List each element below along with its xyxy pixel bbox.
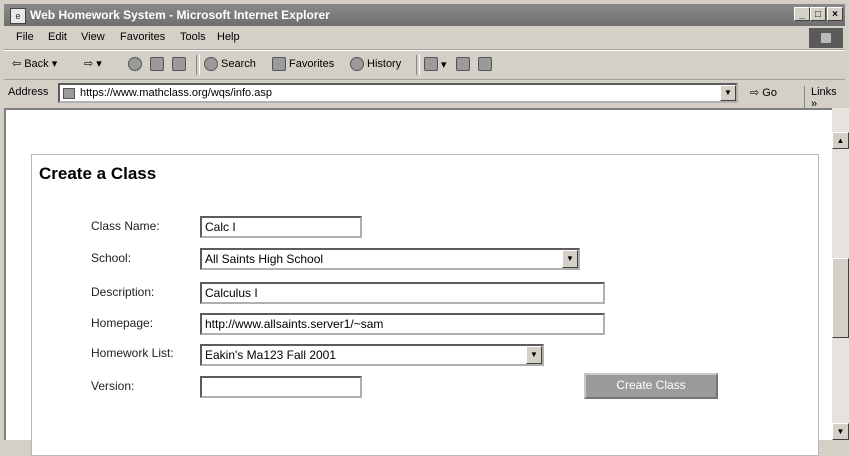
address-dropdown-icon[interactable]: ▼ [720,85,736,101]
school-select[interactable]: All Saints High School ▼ [200,248,580,270]
address-label: Address [8,86,49,98]
page-title: Create a Class [39,164,157,183]
menu-view[interactable]: View [81,31,105,43]
go-button[interactable]: ⇨ Go [750,86,777,99]
favorites-label: Favorites [289,58,335,70]
history-button[interactable]: History [350,57,401,71]
homepage-label: Homepage: [91,316,154,330]
homepage-input[interactable]: http://www.allsaints.server1/~sam [200,313,605,335]
toolbar-separator [416,55,420,75]
class-name-input[interactable]: Calc I [200,216,362,238]
menu-file[interactable]: File [16,31,34,43]
description-label: Description: [91,285,155,299]
scroll-up-arrow-icon[interactable]: ▲ [832,132,849,149]
title-bar: e Web Homework System - Microsoft Intern… [4,4,845,26]
mail-icon [424,57,438,71]
refresh-icon [150,57,164,71]
class-name-label: Class Name: [91,219,160,233]
toolbar-separator [196,55,200,75]
history-label: History [367,58,402,70]
homework-list-dropdown-icon[interactable]: ▼ [526,346,542,364]
vertical-scrollbar[interactable]: ▲ ▼ [832,108,849,440]
edit-button[interactable] [478,57,492,71]
search-label: Search [221,58,256,70]
stop-button[interactable] [128,57,142,71]
scroll-thumb[interactable] [832,258,849,338]
window-title: Web Homework System - Microsoft Internet… [30,8,330,22]
close-button[interactable]: × [827,7,843,21]
menu-help[interactable]: Help [217,31,240,43]
address-url: https://www.mathclass.org/wqs/info.asp [80,87,272,99]
menu-edit[interactable]: Edit [48,31,67,43]
back-arrow-icon: ⇦ [12,58,22,70]
minimize-button[interactable]: _ [794,7,810,21]
edit-icon [478,57,492,71]
forward-arrow-icon: ⇨ [84,58,94,70]
go-arrow-icon: ⇨ [750,87,760,99]
favorites-icon [272,57,286,71]
scroll-down-arrow-icon[interactable]: ▼ [832,423,849,440]
address-input[interactable]: https://www.mathclass.org/wqs/info.asp ▼ [58,83,738,103]
school-value: All Saints High School [205,252,324,266]
home-button[interactable] [172,57,186,71]
print-icon [456,57,470,71]
forward-dropdown-icon: ▾ [96,58,102,70]
back-dropdown-icon: ▾ [51,58,58,70]
back-button[interactable]: ⇦ Back ▾ [12,57,58,71]
windows-logo-icon [809,28,843,48]
print-button[interactable] [456,57,470,71]
stop-icon [128,57,142,71]
search-button[interactable]: Search [204,57,256,71]
homework-list-value: Eakin's Ma123 Fall 2001 [205,348,337,362]
create-class-button[interactable]: Create Class [584,373,718,399]
maximize-button[interactable]: □ [810,7,826,21]
ie-logo-icon: e [10,8,26,24]
version-label: Version: [91,379,135,393]
mail-button[interactable]: ▾ [424,57,447,71]
homework-list-select[interactable]: Eakin's Ma123 Fall 2001 ▼ [200,344,544,366]
menu-favorites[interactable]: Favorites [120,31,165,43]
links-button[interactable]: Links » [804,86,845,110]
go-label: Go [762,87,777,99]
description-input[interactable]: Calculus I [200,282,605,304]
create-class-panel [31,154,819,456]
address-bar: Address https://www.mathclass.org/wqs/in… [4,80,845,110]
school-label: School: [91,251,132,265]
back-label: Back [24,57,49,70]
links-label: Links [811,86,837,98]
search-icon [204,57,218,71]
browser-window: e Web Homework System - Microsoft Intern… [0,0,849,456]
page-icon [63,88,75,99]
homework-list-label: Homework List: [91,346,174,360]
favorites-button[interactable]: Favorites [272,57,334,71]
school-dropdown-icon[interactable]: ▼ [562,250,578,268]
menu-bar: File Edit View Favorites Tools Help [4,27,845,50]
home-icon [172,57,186,71]
forward-button[interactable]: ⇨ ▾ [84,57,102,70]
mail-dropdown-icon: ▾ [441,58,447,71]
menu-tools[interactable]: Tools [180,31,206,43]
history-icon [350,57,364,71]
toolbar: ⇦ Back ▾ ⇨ ▾ Search Favorites History ▾ [4,50,845,80]
version-input[interactable] [200,376,362,398]
refresh-button[interactable] [150,57,164,71]
